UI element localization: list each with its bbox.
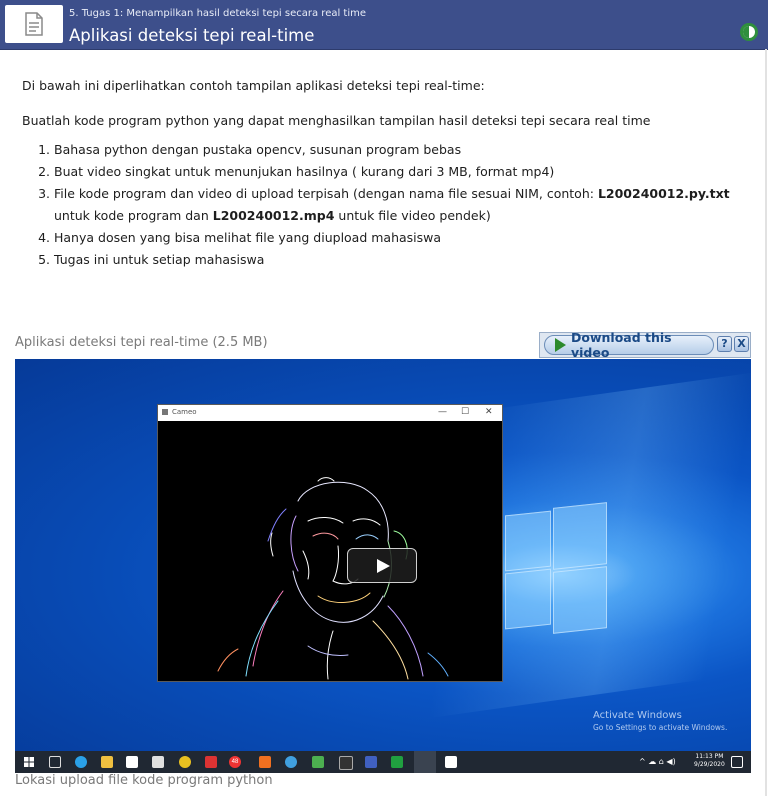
start-icon bbox=[24, 757, 34, 767]
window-titlebar: Cameo — ☐ ✕ bbox=[158, 405, 502, 421]
scroll-divider bbox=[765, 49, 767, 796]
page-header: 5. Tugas 1: Menampilkan hasil deteksi te… bbox=[0, 0, 768, 50]
list-item: Hanya dosen yang bisa melihat file yang … bbox=[54, 227, 754, 249]
list-item: Bahasa python dengan pustaka opencv, sus… bbox=[54, 139, 754, 161]
breadcrumb: 5. Tugas 1: Menampilkan hasil deteksi te… bbox=[69, 8, 367, 19]
minimize-icon: — bbox=[438, 407, 447, 417]
edge-icon bbox=[75, 756, 87, 768]
intro-text: Di bawah ini diperlihatkan contoh tampil… bbox=[22, 78, 485, 93]
windows-logo bbox=[505, 499, 607, 639]
cameo-window: Cameo — ☐ ✕ bbox=[157, 404, 503, 682]
edge-detection-frame bbox=[217, 477, 449, 680]
play-icon bbox=[377, 559, 390, 573]
activation-watermark: Activate Windows Go to Settings to activ… bbox=[593, 710, 728, 732]
help-button[interactable]: ? bbox=[717, 336, 732, 352]
app-icon bbox=[365, 756, 377, 768]
list-item: Buat video singkat untuk menunjukan hasi… bbox=[54, 161, 754, 183]
chrome-icon bbox=[179, 756, 191, 768]
app-icon bbox=[312, 756, 324, 768]
app-icon bbox=[259, 756, 271, 768]
upload-caption: Lokasi upload file kode program python bbox=[15, 773, 273, 788]
close-icon: ✕ bbox=[485, 407, 493, 417]
maximize-icon: ☐ bbox=[461, 407, 470, 417]
window-title: Cameo bbox=[172, 408, 197, 416]
store-icon bbox=[126, 756, 138, 768]
example-video-filename: L200240012.mp4 bbox=[212, 208, 335, 223]
app-icon bbox=[285, 756, 297, 768]
instruction-text: Buatlah kode program python yang dapat m… bbox=[22, 113, 651, 128]
example-code-filename: L200240012.py.txt bbox=[597, 186, 730, 201]
mail-icon bbox=[152, 756, 164, 768]
document-icon bbox=[5, 5, 63, 43]
taskbar-clock: 11:13 PM 9/29/2020 bbox=[694, 753, 725, 768]
requirements-list: Bahasa python dengan pustaka opencv, sus… bbox=[22, 139, 754, 271]
app-icon bbox=[162, 409, 168, 415]
pycharm-icon bbox=[391, 756, 403, 768]
contrast-toggle-icon[interactable] bbox=[740, 23, 758, 41]
file-explorer-icon bbox=[101, 756, 113, 768]
list-item: File kode program dan video di upload te… bbox=[54, 183, 754, 227]
terminal-icon bbox=[339, 756, 353, 770]
video-caption: Aplikasi deteksi tepi real-time (2.5 MB) bbox=[15, 335, 268, 350]
windows-taskbar: 48 ^ ☁ ⌂ ◀) 11:13 PM 9/29/2020 bbox=[15, 751, 751, 773]
list-item: Tugas ini untuk setiap mahasiswa bbox=[54, 249, 754, 271]
notification-center-icon bbox=[731, 756, 743, 768]
page-title: Aplikasi deteksi tepi real-time bbox=[69, 26, 315, 45]
play-icon bbox=[555, 338, 566, 352]
close-button[interactable]: X bbox=[734, 336, 749, 352]
task-view-icon bbox=[49, 756, 61, 768]
app-icon bbox=[205, 756, 217, 768]
video-player[interactable]: Activate Windows Go to Settings to activ… bbox=[15, 359, 751, 773]
active-app-icon bbox=[414, 751, 436, 773]
app-icon bbox=[445, 756, 457, 768]
play-button[interactable] bbox=[347, 548, 417, 583]
system-tray-icons: ^ ☁ ⌂ ◀) bbox=[639, 757, 676, 766]
download-video-button[interactable]: Download this video bbox=[544, 330, 714, 360]
notification-badge: 48 bbox=[229, 756, 241, 768]
